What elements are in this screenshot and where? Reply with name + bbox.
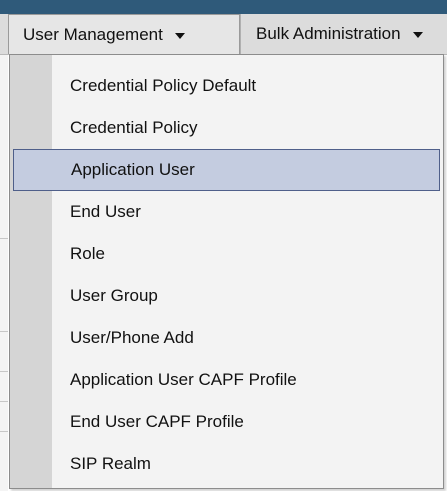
menu-item-credential-policy[interactable]: Credential Policy — [10, 107, 443, 149]
divider — [0, 331, 8, 332]
divider — [0, 371, 8, 372]
menu-item-label: End User CAPF Profile — [70, 412, 244, 431]
menu-user-management[interactable]: User Management — [8, 14, 240, 54]
menu-item-role[interactable]: Role — [10, 233, 443, 275]
menu-item-label: SIP Realm — [70, 454, 151, 473]
dropdown-menu-list: Credential Policy Default Credential Pol… — [10, 65, 443, 485]
menu-item-label: End User — [70, 202, 141, 221]
menu-item-user-group[interactable]: User Group — [10, 275, 443, 317]
menu-item-credential-policy-default[interactable]: Credential Policy Default — [10, 65, 443, 107]
menu-bar: User Management Bulk Administration — [0, 14, 447, 55]
app-header-bar — [0, 0, 447, 14]
menu-item-end-user-capf-profile[interactable]: End User CAPF Profile — [10, 401, 443, 443]
caret-down-icon — [412, 32, 423, 38]
menu-item-user-phone-add[interactable]: User/Phone Add — [10, 317, 443, 359]
user-management-dropdown: Credential Policy Default Credential Pol… — [9, 54, 444, 489]
page-background-edge — [0, 55, 8, 491]
menu-user-management-label: User Management — [23, 24, 163, 44]
menu-item-label: User/Phone Add — [70, 328, 194, 347]
menu-item-label: Credential Policy Default — [70, 76, 257, 95]
menu-item-label: Application User CAPF Profile — [70, 370, 297, 389]
menu-bulk-administration-label: Bulk Administration — [256, 24, 401, 43]
menu-bulk-administration[interactable]: Bulk Administration — [240, 14, 447, 54]
divider — [0, 431, 8, 432]
divider — [0, 238, 8, 239]
menu-item-label: User Group — [70, 286, 158, 305]
caret-down-icon — [174, 32, 185, 39]
menu-item-label: Role — [70, 244, 105, 263]
menu-item-end-user[interactable]: End User — [10, 191, 443, 233]
menu-item-label: Credential Policy — [70, 118, 198, 137]
menu-item-application-user[interactable]: Application User — [13, 149, 440, 191]
menu-item-application-user-capf-profile[interactable]: Application User CAPF Profile — [10, 359, 443, 401]
menu-item-label: Application User — [71, 160, 195, 179]
menu-item-sip-realm[interactable]: SIP Realm — [10, 443, 443, 485]
divider — [0, 401, 8, 402]
